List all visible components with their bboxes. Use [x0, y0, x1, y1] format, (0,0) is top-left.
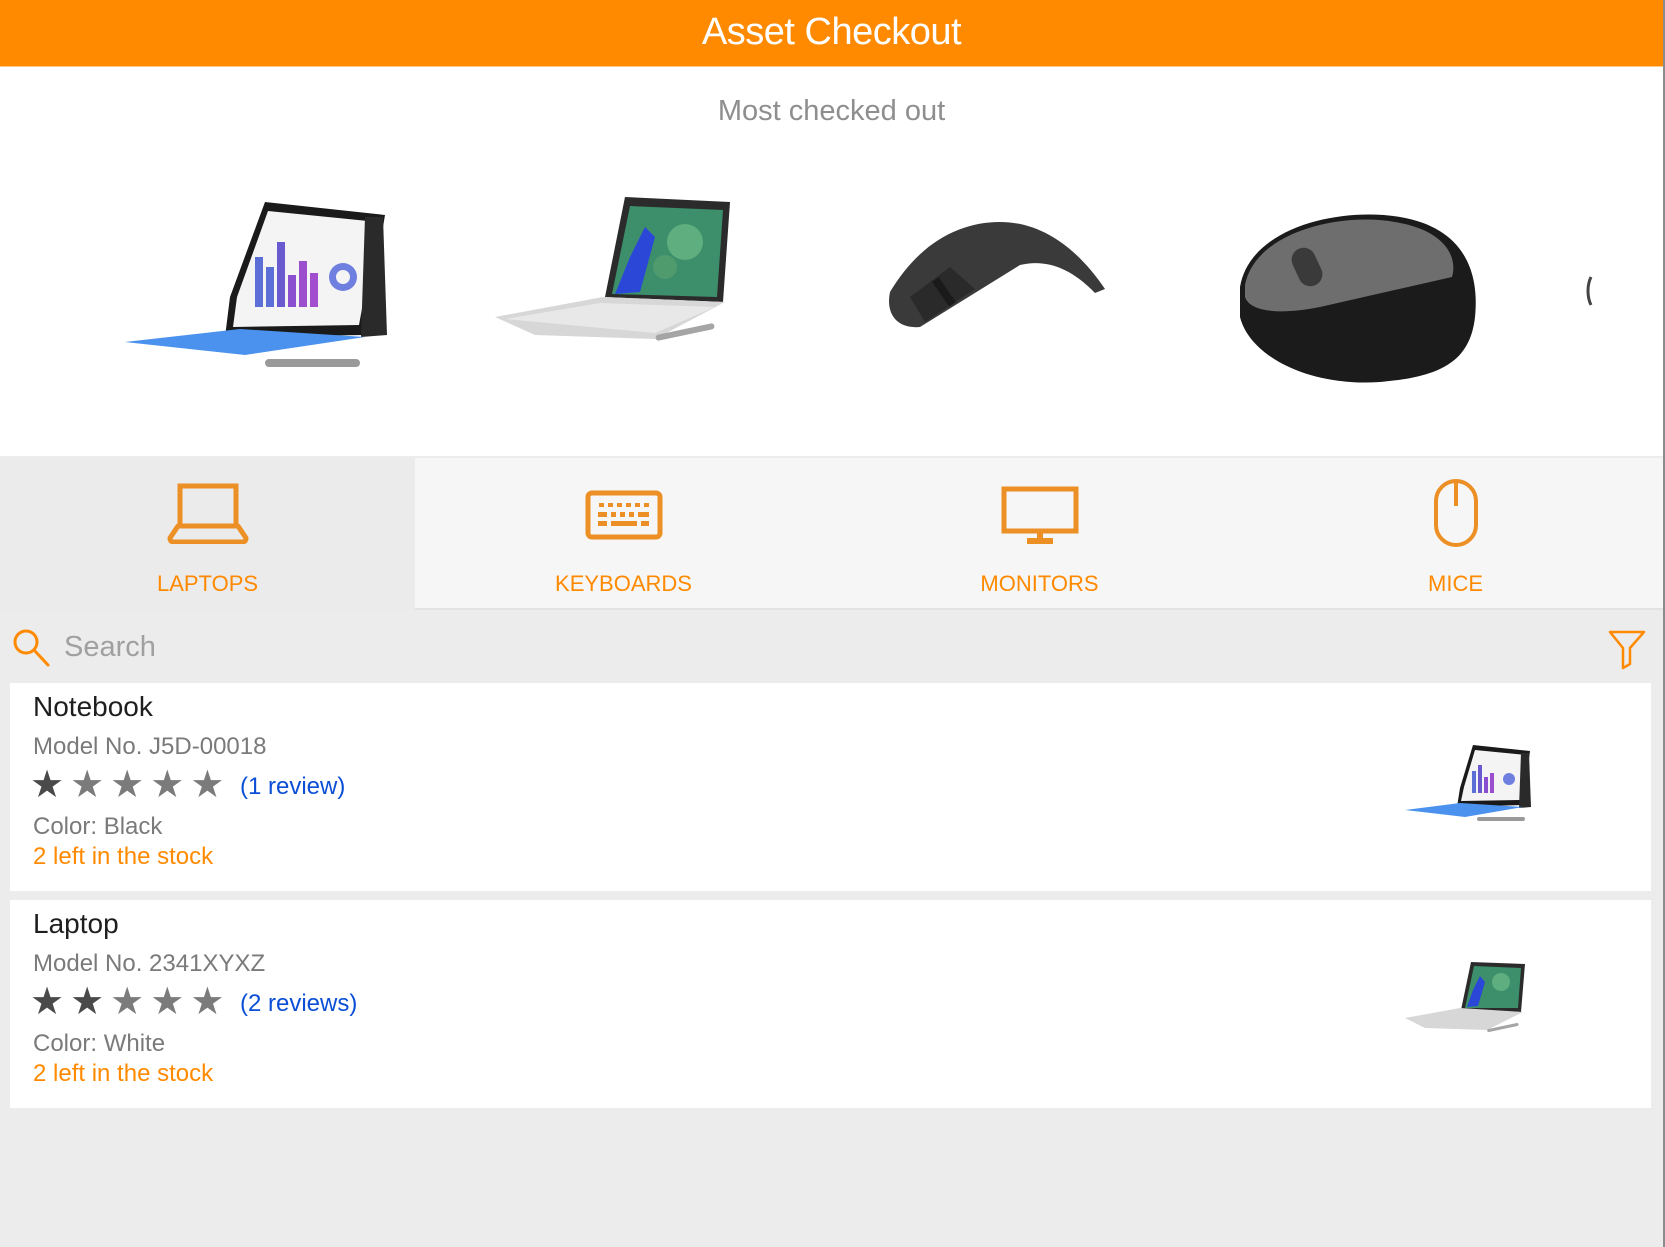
carousel-item-tablet-image[interactable] — [125, 197, 395, 397]
star-filled-icon: ★ — [30, 981, 65, 1023]
reviews-link[interactable]: (1 review) — [240, 773, 345, 801]
tab-label: MICE — [1428, 571, 1483, 596]
carousel-item-partial-image — [1586, 276, 1593, 306]
product-card[interactable]: Notebook Model No. J5D-00018 ★ ★ ★ ★ ★ (1 re… — [10, 683, 1651, 891]
tab-label: KEYBOARDS — [555, 571, 692, 596]
star-empty-icon: ★ — [190, 981, 225, 1023]
search-icon[interactable] — [12, 628, 50, 668]
product-model: Model No. 2341XYXZ — [33, 950, 266, 977]
product-name: Notebook — [33, 691, 153, 722]
star-empty-icon: ★ — [110, 981, 145, 1023]
product-card[interactable]: Laptop Model No. 2341XYXZ ★ ★ ★ ★ ★ (2 revie… — [10, 900, 1651, 1108]
star-empty-icon: ★ — [150, 981, 185, 1023]
product-carousel[interactable] — [0, 197, 1663, 397]
monitor-icon — [1001, 486, 1078, 544]
tab-monitors[interactable]: MONITORS — [832, 458, 1247, 610]
search-bar — [0, 612, 1663, 682]
search-input[interactable] — [62, 626, 1466, 668]
laptop-icon — [167, 483, 248, 544]
star-empty-icon: ★ — [150, 764, 185, 806]
rating-stars: ★ ★ ★ ★ ★ — [30, 764, 225, 806]
star-empty-icon: ★ — [190, 764, 225, 806]
product-thumbnail-tablet — [1405, 745, 1531, 821]
tab-label: LAPTOPS — [156, 571, 259, 596]
tab-mice[interactable]: MICE — [1248, 458, 1663, 610]
app-header: Asset Checkout — [0, 0, 1663, 67]
product-thumbnail-laptop — [1405, 962, 1525, 1033]
tab-label: MONITORS — [980, 571, 1099, 596]
stock-status: 2 left in the stock — [33, 1060, 214, 1087]
section-title: Most checked out — [717, 95, 946, 127]
carousel-item-laptop-image[interactable] — [495, 197, 765, 397]
app-frame: Asset Checkout Most checked out LAPTOPS … — [0, 0, 1665, 1247]
filter-icon[interactable] — [1608, 630, 1646, 670]
star-empty-icon: ★ — [110, 764, 145, 806]
category-tabs: LAPTOPS KEYBOARDS MONITORS MICE — [0, 456, 1663, 610]
reviews-link[interactable]: (2 reviews) — [240, 990, 357, 1018]
carousel-item-arc-mouse-image[interactable] — [880, 197, 1120, 397]
mouse-icon — [1433, 479, 1478, 547]
star-filled-icon: ★ — [70, 981, 105, 1023]
most-checked-out-section: Most checked out — [0, 67, 1663, 456]
product-model: Model No. J5D-00018 — [33, 733, 267, 760]
stock-status: 2 left in the stock — [33, 843, 214, 870]
carousel-item-mouse-image[interactable] — [1230, 197, 1500, 397]
app-title: Asset Checkout — [701, 11, 962, 53]
product-color: Color: Black — [33, 813, 163, 840]
rating-stars: ★ ★ ★ ★ ★ — [30, 981, 225, 1023]
star-filled-icon: ★ — [30, 764, 65, 806]
product-name: Laptop — [33, 908, 119, 939]
product-color: Color: White — [33, 1030, 166, 1057]
tab-keyboards[interactable]: KEYBOARDS — [416, 458, 831, 610]
keyboard-icon — [585, 490, 662, 540]
tab-laptops[interactable]: LAPTOPS — [0, 458, 415, 610]
star-empty-icon: ★ — [70, 764, 105, 806]
